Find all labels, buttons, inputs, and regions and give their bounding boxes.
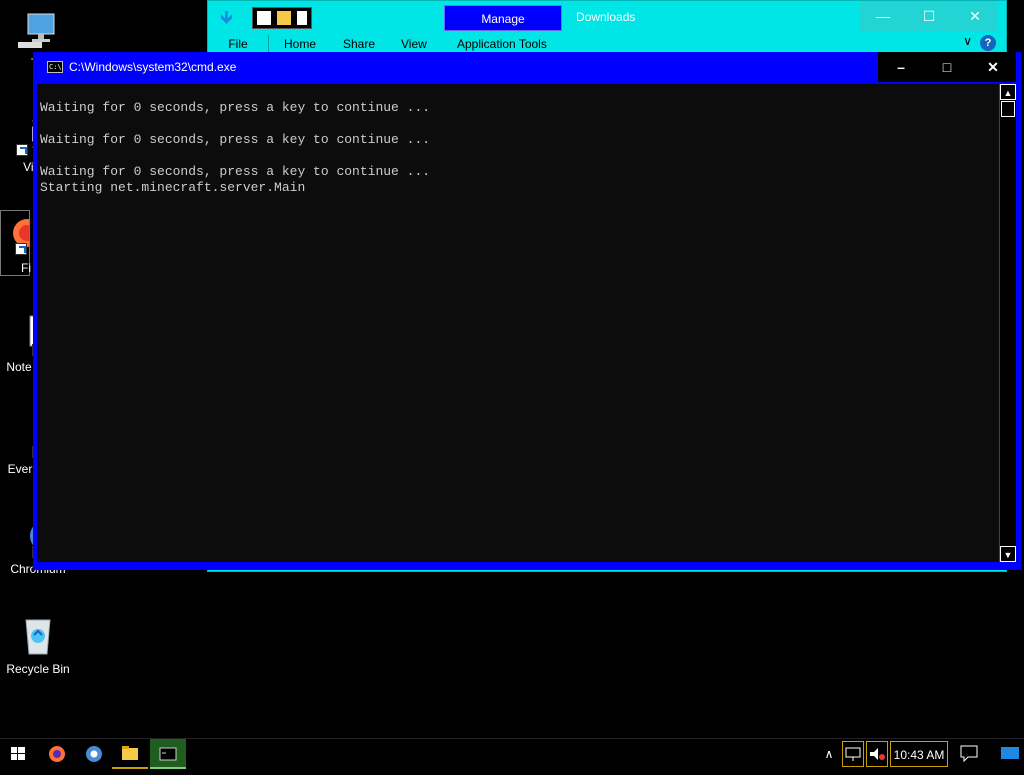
recycle-bin-icon [16, 614, 60, 658]
desktop-icon-label: Recycle Bin [6, 662, 70, 676]
desktop-icon [1001, 747, 1019, 759]
close-button[interactable]: ✕ [970, 52, 1016, 82]
quick-access-toolbar[interactable] [252, 7, 312, 29]
console-line: Starting net.minecraft.server.Main [40, 180, 306, 195]
cmd-icon: C:\ [47, 61, 63, 73]
taskbar-chromium[interactable] [76, 739, 112, 769]
minimize-button[interactable]: – [878, 52, 924, 82]
taskbar-cmd[interactable] [150, 739, 186, 769]
console-line: Waiting for 0 seconds, press a key to co… [40, 132, 431, 147]
ribbon-tabs: File Home Share View Application Tools ∨… [208, 33, 1006, 55]
console-line: Waiting for 0 seconds, press a key to co… [40, 164, 431, 179]
minimize-button[interactable]: — [860, 1, 906, 31]
desktop-icon-recycle-bin[interactable]: Recycle Bin [0, 614, 76, 676]
windows-logo-icon [11, 747, 25, 760]
properties-icon[interactable] [257, 11, 271, 25]
monitor-icon [16, 8, 60, 52]
cmd-window[interactable]: C:\ C:\Windows\system32\cmd.exe – □ ✕ Wa… [33, 52, 1021, 570]
start-button[interactable] [0, 739, 36, 769]
desktop-icon-label: Fi [21, 261, 31, 275]
close-button[interactable]: ✕ [952, 1, 998, 31]
chevron-down-icon[interactable]: ∨ [963, 34, 972, 48]
down-arrow-icon[interactable]: 🡻 [220, 7, 240, 27]
shortcut-arrow-icon [16, 144, 28, 156]
taskbar-file-explorer[interactable] [112, 739, 148, 769]
maximize-button[interactable]: ☐ [906, 1, 952, 31]
speech-bubble-icon [960, 745, 978, 763]
folder-icon [122, 746, 138, 760]
console-line: Waiting for 0 seconds, press a key to co… [40, 100, 431, 115]
shortcut-arrow-icon [15, 243, 27, 255]
show-hidden-icons-button[interactable]: ∧ [818, 741, 840, 767]
desktop-icon-label: Ever [7, 462, 33, 476]
console-output[interactable]: Waiting for 0 seconds, press a key to co… [37, 84, 999, 562]
network-icon-graphic [845, 747, 861, 761]
speaker-icon [870, 748, 885, 760]
chromium-icon [86, 746, 102, 762]
scroll-down-icon[interactable]: ▼ [1000, 546, 1016, 562]
firefox-icon [1, 211, 41, 255]
desktop-icon-label: Note [6, 360, 32, 374]
window-title: Downloads [576, 10, 636, 24]
notification-center-icon[interactable] [956, 741, 982, 767]
cmd-icon [159, 747, 177, 761]
new-folder-icon[interactable] [277, 11, 291, 25]
explorer-titlebar[interactable]: 🡻 Manage Downloads — ☐ ✕ [208, 1, 1006, 33]
vertical-scrollbar[interactable]: ▲ ▼ [999, 84, 1016, 562]
window-title: C:\Windows\system32\cmd.exe [69, 60, 237, 74]
clock[interactable]: 10:43 AM [890, 741, 948, 767]
taskbar: ∧ 10:43 AM [0, 738, 1024, 769]
scroll-up-icon[interactable]: ▲ [1000, 84, 1016, 100]
taskbar-firefox[interactable] [40, 739, 76, 769]
tab-manage[interactable]: Manage [444, 5, 562, 31]
scroll-thumb[interactable] [1001, 101, 1015, 117]
help-icon[interactable]: ? [980, 35, 996, 51]
maximize-button[interactable]: □ [924, 52, 970, 82]
firefox-icon [49, 746, 65, 762]
network-icon[interactable] [842, 741, 864, 767]
volume-muted-icon[interactable] [866, 741, 888, 767]
chevron-down-icon[interactable] [297, 11, 307, 25]
desktop-icon-firefox[interactable]: Fi [0, 210, 41, 276]
show-desktop-button[interactable] [998, 741, 1022, 767]
cmd-titlebar[interactable]: C:\ C:\Windows\system32\cmd.exe – □ ✕ [33, 52, 1021, 82]
